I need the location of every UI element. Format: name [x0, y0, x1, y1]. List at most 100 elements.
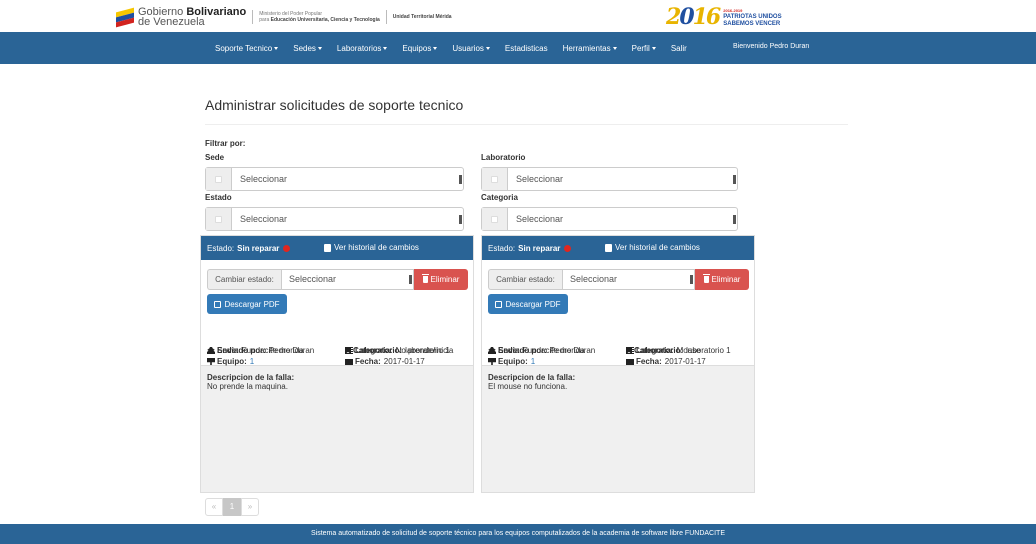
desktop-icon	[488, 358, 496, 365]
descripcion-title: Descripcion de la falla:	[488, 373, 576, 382]
save-icon	[495, 300, 503, 308]
nav-equipos[interactable]: Equipos	[402, 44, 438, 53]
descripcion-title: Descripcion de la falla:	[207, 373, 295, 382]
caret-down-icon	[485, 46, 490, 50]
caret-down-icon	[612, 46, 617, 50]
title-divider	[205, 124, 848, 125]
sede-select[interactable]: Seleccionar	[205, 167, 464, 191]
info-equipo: Equipo: 1	[207, 357, 254, 366]
eliminar-button[interactable]: Eliminar	[414, 269, 468, 290]
estado-label: Estado	[205, 193, 232, 202]
filter-heading: Filtrar por:	[205, 139, 246, 148]
caret-down-icon	[274, 46, 279, 50]
select-arrow-icon	[459, 175, 462, 184]
cambiar-estado-group: Cambiar estado: Seleccionar Eliminar	[207, 269, 468, 290]
categoria-select[interactable]: Seleccionar	[481, 207, 738, 231]
checkbox-icon	[206, 168, 232, 190]
gobierno-logo: Gobierno Bolivariano de Venezuela Minist…	[116, 4, 452, 30]
calendar-icon	[626, 359, 634, 365]
cambiar-estado-label: Cambiar estado:	[488, 269, 562, 290]
nav-estadisticas[interactable]: Estadisticas	[505, 44, 548, 53]
nav-salir[interactable]: Salir	[671, 44, 687, 53]
historial-checkbox[interactable]: Ver historial de cambios	[324, 243, 419, 252]
equipo-link[interactable]: 1	[531, 357, 535, 366]
cambiar-estado-label: Cambiar estado:	[207, 269, 281, 290]
sede-label: Sede	[205, 153, 225, 162]
calendar-icon	[345, 359, 353, 365]
select-arrow-icon	[459, 215, 462, 224]
laboratorio-select[interactable]: Seleccionar	[481, 167, 738, 191]
page-title: Administrar solicitudes de soporte tecni…	[205, 97, 464, 113]
info-fecha: Fecha: 2017-01-17	[345, 357, 425, 366]
main-navbar: Soporte Tecnico Sedes Laboratorios Equip…	[0, 32, 1036, 64]
campaign-logo: 2016 2016-2019 PATRIOTAS UNIDOS SABEMOS …	[666, 4, 782, 30]
nav-sedes[interactable]: Sedes	[293, 44, 322, 53]
desktop-icon	[207, 358, 215, 365]
pagination-next[interactable]: »	[241, 498, 259, 516]
caret-down-icon	[651, 46, 656, 50]
top-header: Gobierno Bolivariano de Venezuela Minist…	[0, 0, 1036, 32]
caret-down-icon	[317, 46, 322, 50]
cambiar-estado-select[interactable]: Seleccionar	[281, 269, 414, 290]
trash-icon	[702, 274, 710, 283]
user-icon	[207, 347, 215, 354]
select-arrow-icon	[409, 275, 412, 284]
info-enviado: Enviado por: Pedro Duran	[207, 346, 314, 355]
save-icon	[214, 300, 222, 308]
categoria-label: Categoria	[481, 193, 518, 202]
pagination-prev[interactable]: «	[205, 498, 223, 516]
trash-icon	[421, 274, 429, 283]
select-arrow-icon	[690, 275, 693, 284]
select-arrow-icon	[733, 215, 736, 224]
descripcion-text: El mouse no funciona.	[488, 382, 568, 391]
caret-down-icon	[433, 46, 438, 50]
pagination: « 1 »	[205, 498, 259, 516]
request-card: Estado: Sin reparar Ver historial de camb…	[200, 235, 474, 493]
descargar-pdf-button[interactable]: Descargar PDF	[207, 294, 287, 314]
campaign-number: 2016	[666, 4, 721, 30]
gobierno-text: Gobierno Bolivariano de Venezuela	[138, 6, 247, 28]
info-categoria: Categoria: Mouse	[626, 346, 701, 355]
nav-soporte-tecnico[interactable]: Soporte Tecnico	[215, 44, 279, 53]
eliminar-button[interactable]: Eliminar	[695, 269, 749, 290]
checkbox-icon	[324, 243, 331, 252]
info-categoria: Categoria: No prende/inicia	[345, 346, 453, 355]
nav-herramientas[interactable]: Herramientas	[563, 44, 617, 53]
equipo-link[interactable]: 1	[250, 357, 254, 366]
checkbox-icon	[605, 243, 612, 252]
caret-down-icon	[383, 46, 388, 50]
checkbox-icon	[206, 208, 232, 230]
campaign-slogan: 2016-2019 PATRIOTAS UNIDOS SABEMOS VENCE…	[723, 7, 782, 27]
header-divider	[252, 10, 254, 24]
header-divider	[385, 10, 387, 24]
estado-select[interactable]: Seleccionar	[205, 207, 464, 231]
bookmark-icon	[345, 347, 351, 354]
status-dot-icon	[564, 244, 572, 252]
checkbox-icon	[482, 168, 508, 190]
nav-menu: Soporte Tecnico Sedes Laboratorios Equip…	[215, 32, 702, 64]
unidad-text: Unidad Territorial Mérida	[392, 14, 452, 20]
nav-perfil[interactable]: Perfil	[632, 44, 656, 53]
descripcion-text: No prende la maquina.	[207, 382, 288, 391]
card-header: Estado: Sin reparar Ver historial de camb…	[201, 236, 473, 260]
pagination-page-1[interactable]: 1	[223, 498, 241, 516]
ministerio-text: Ministerio del Poder Popular para Educac…	[259, 11, 380, 23]
info-fecha: Fecha: 2017-01-17	[626, 357, 706, 366]
bookmark-icon	[626, 347, 632, 354]
status-dot-icon	[283, 244, 291, 252]
request-card: Estado: Sin reparar Ver historial de camb…	[481, 235, 755, 493]
venezuela-flag-icon	[116, 7, 134, 28]
historial-checkbox[interactable]: Ver historial de cambios	[605, 243, 700, 252]
user-icon	[488, 347, 496, 354]
cambiar-estado-group: Cambiar estado: Seleccionar Eliminar	[488, 269, 749, 290]
descargar-pdf-button[interactable]: Descargar PDF	[488, 294, 568, 314]
cambiar-estado-select[interactable]: Seleccionar	[562, 269, 695, 290]
checkbox-icon	[482, 208, 508, 230]
nav-laboratorios[interactable]: Laboratorios	[337, 44, 388, 53]
nav-usuarios[interactable]: Usuarios	[452, 44, 490, 53]
footer: Sistema automatizado de solicitud de sop…	[0, 524, 1036, 544]
select-arrow-icon	[733, 175, 736, 184]
laboratorio-label: Laboratorio	[481, 153, 526, 162]
welcome-text: Bienvenido Pedro Duran	[733, 43, 810, 50]
info-equipo: Equipo: 1	[488, 357, 535, 366]
